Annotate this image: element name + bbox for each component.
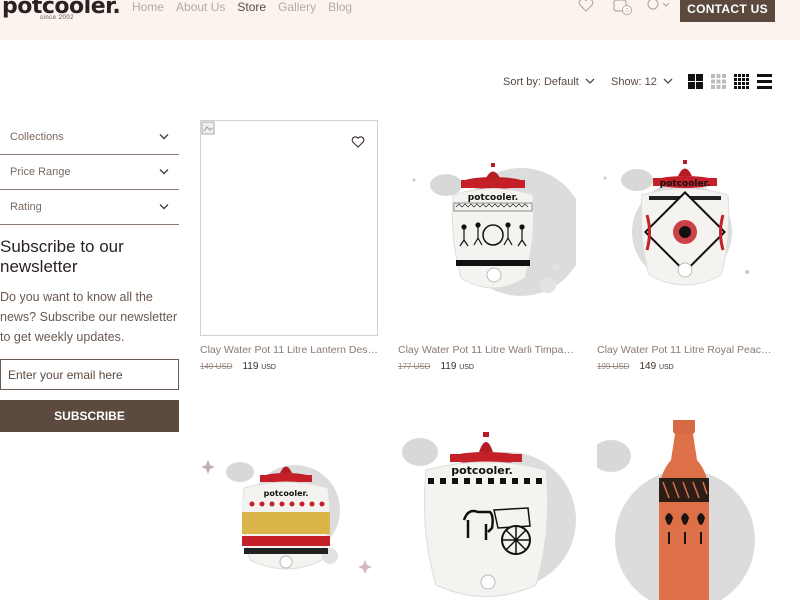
svg-text:potcooler.: potcooler. <box>468 193 518 203</box>
contact-us-button[interactable]: CONTACT US <box>680 0 775 22</box>
product-price: 149 USD 119 USD <box>200 361 378 372</box>
product-image[interactable]: potcooler. <box>398 420 576 600</box>
shop-sidebar: Collections Price Range Rating Subscribe… <box>0 120 179 432</box>
sale-price: 149 USD <box>639 361 674 372</box>
show-count-dropdown[interactable]: Show: 12 <box>611 76 673 88</box>
broken-image-icon <box>201 121 215 135</box>
chevron-down-icon <box>159 134 169 140</box>
product-price: 199 USD 149 USD <box>597 361 775 372</box>
product-card[interactable]: potcooler. <box>200 420 378 600</box>
grid-2-icon[interactable] <box>688 74 703 89</box>
wishlist-heart-icon[interactable] <box>351 135 365 148</box>
peacock-pot-image: potcooler. <box>603 160 749 286</box>
list-view-icon[interactable] <box>757 74 772 89</box>
product-card[interactable] <box>591 418 775 605</box>
svg-text:potcooler.: potcooler. <box>451 464 513 477</box>
filter-label: Price Range <box>10 166 71 178</box>
original-price: 177 USD <box>398 362 431 371</box>
nav-home[interactable]: Home <box>132 0 164 14</box>
terracotta-bottle-image <box>591 418 755 605</box>
product-card[interactable]: Clay Water Pot 11 Litre Lantern Design 1… <box>200 120 378 372</box>
original-price: 149 USD <box>200 362 233 371</box>
filter-rating[interactable]: Rating <box>0 190 179 225</box>
grid-view-options <box>688 74 772 89</box>
chevron-down-icon <box>159 169 169 175</box>
product-image[interactable]: potcooler. <box>597 120 775 336</box>
svg-text:potcooler.: potcooler. <box>264 489 309 498</box>
product-name[interactable]: Clay Water Pot 11 Litre Royal Peacock... <box>597 344 775 356</box>
product-name[interactable]: Clay Water Pot 11 Litre Lantern Design <box>200 344 378 356</box>
grid-3-icon[interactable] <box>711 74 726 89</box>
chevron-down-icon <box>585 78 595 84</box>
sale-price: 119 USD <box>242 361 276 372</box>
sale-price: 119 USD <box>440 361 474 372</box>
sort-dropdown[interactable]: Sort by: Default <box>503 76 595 88</box>
sort-label: Sort by: Default <box>503 76 579 88</box>
email-field[interactable] <box>0 359 179 390</box>
main-nav: Home About Us Store Gallery Blog <box>132 0 352 14</box>
cart-icon[interactable]: 0 <box>612 0 632 15</box>
filter-collections[interactable]: Collections <box>0 120 179 155</box>
filter-label: Rating <box>10 201 42 213</box>
product-card[interactable]: potcooler. Clay Water Pot 11 Litre Warli… <box>398 120 585 372</box>
product-name[interactable]: Clay Water Pot 11 Litre Warli Timpany ..… <box>398 344 576 356</box>
grid-4-icon[interactable] <box>734 74 749 89</box>
product-price: 177 USD 119 USD <box>398 361 576 372</box>
nav-about[interactable]: About Us <box>176 0 225 14</box>
shop-toolbar: Sort by: Default Show: 12 <box>500 74 776 92</box>
product-image[interactable] <box>591 418 775 605</box>
filter-label: Collections <box>10 131 64 143</box>
newsletter-title: Subscribe to our newsletter <box>0 237 124 276</box>
logo-tagline: since 2002 <box>40 15 75 21</box>
site-header: potcooler. since 2002 Home About Us Stor… <box>0 0 800 40</box>
wishlist-icon[interactable] <box>578 0 598 14</box>
subscribe-button[interactable]: SUBSCRIBE <box>0 400 179 432</box>
filter-price-range[interactable]: Price Range <box>0 155 179 190</box>
product-image-placeholder[interactable] <box>200 120 378 336</box>
newsletter-description: Do you want to know all the news? Subscr… <box>0 290 178 344</box>
header-actions: 0 <box>578 0 670 15</box>
chevron-down-icon <box>159 204 169 210</box>
product-image[interactable]: potcooler. <box>398 120 585 336</box>
warli-pot-image: potcooler. <box>412 163 585 296</box>
product-image[interactable]: potcooler. <box>200 420 378 600</box>
chevron-down-icon <box>663 78 673 84</box>
product-card[interactable]: potcooler. Clay Water Pot 11 Litre Royal… <box>597 120 775 372</box>
nav-blog[interactable]: Blog <box>328 0 352 14</box>
product-card[interactable]: potcooler. <box>398 420 576 600</box>
bullock-cart-pot-image: potcooler. <box>402 432 576 597</box>
nav-store[interactable]: Store <box>237 0 266 14</box>
svg-text:potcooler.: potcooler. <box>660 179 710 189</box>
nav-gallery[interactable]: Gallery <box>278 0 316 14</box>
account-dropdown-icon[interactable] <box>646 0 670 14</box>
show-label: Show: 12 <box>611 76 657 88</box>
original-price: 199 USD <box>597 362 630 371</box>
gold-band-pot-image: potcooler. <box>201 460 372 574</box>
